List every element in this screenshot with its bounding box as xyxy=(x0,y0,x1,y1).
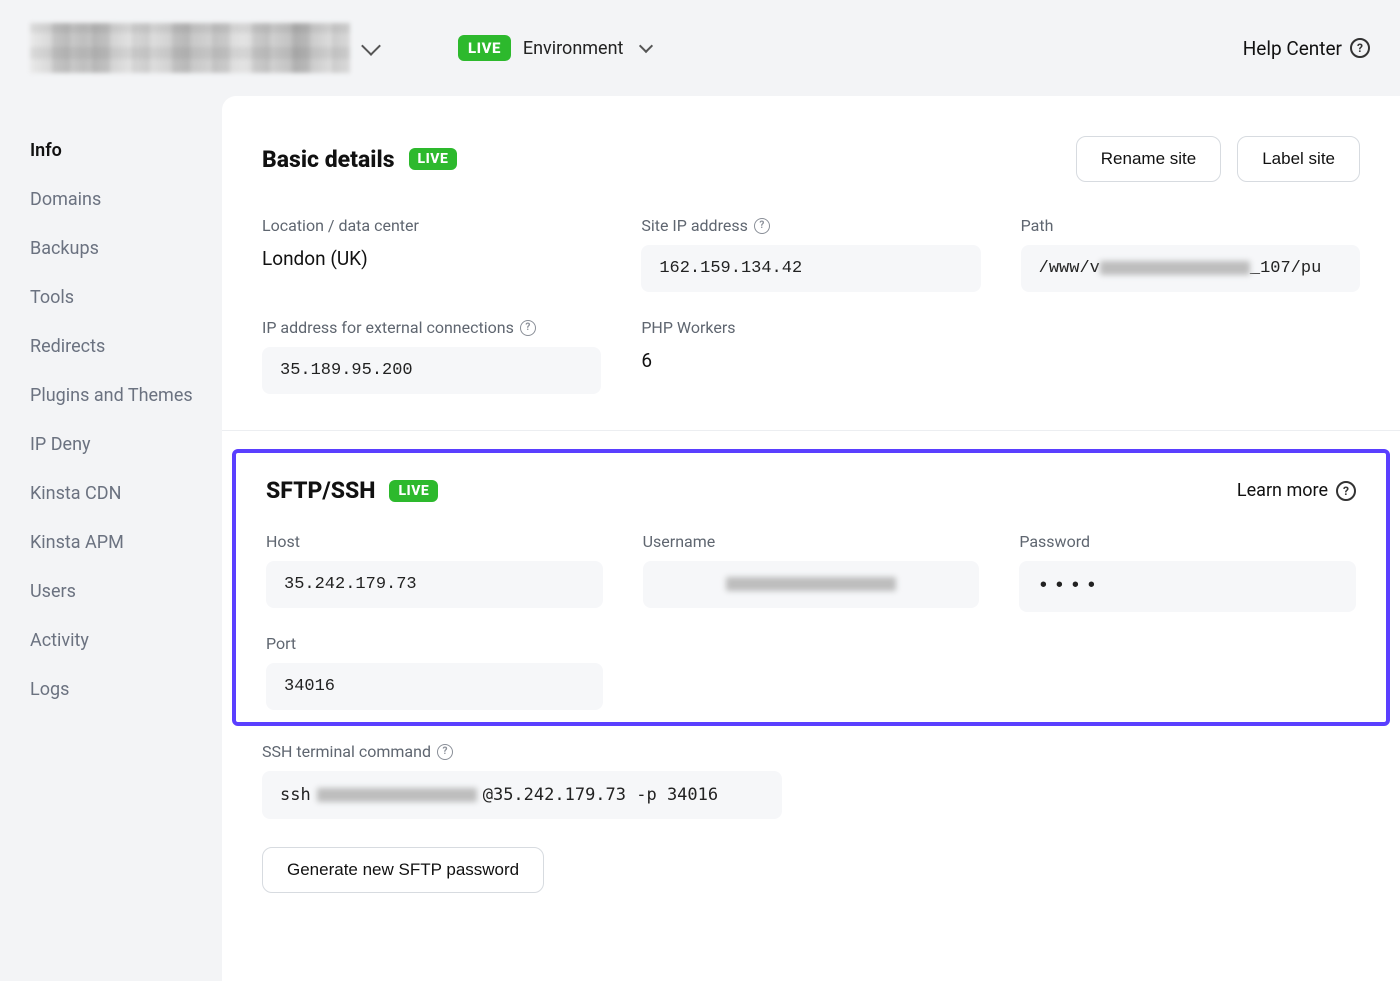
redacted-text xyxy=(1100,261,1250,275)
field-external-ip: IP address for external connections ? 35… xyxy=(262,318,601,394)
php-workers-label: PHP Workers xyxy=(641,318,980,337)
ssh-terminal-section: SSH terminal command ? ssh @35.242.179.7… xyxy=(222,726,1400,933)
sidebar-nav: Info Domains Backups Tools Redirects Plu… xyxy=(0,96,222,981)
php-workers-value: 6 xyxy=(641,349,980,372)
port-value[interactable]: 34016 xyxy=(266,663,603,710)
sidebar-item-tools[interactable]: Tools xyxy=(30,273,222,322)
port-label: Port xyxy=(266,634,603,653)
help-icon: ? xyxy=(1336,481,1356,501)
sidebar-item-users[interactable]: Users xyxy=(30,567,222,616)
field-path: Path /www/v_107/pu xyxy=(1021,216,1360,292)
learn-more-label: Learn more xyxy=(1237,480,1328,501)
basic-details-panel: Basic details LIVE Rename site Label sit… xyxy=(222,96,1400,431)
help-center-link[interactable]: Help Center ? xyxy=(1243,37,1370,60)
path-value[interactable]: /www/v_107/pu xyxy=(1021,245,1360,292)
external-ip-label: IP address for external connections ? xyxy=(262,318,601,337)
sftp-ssh-title: SFTP/SSH xyxy=(266,477,375,504)
help-icon[interactable]: ? xyxy=(437,744,453,760)
generate-sftp-password-button[interactable]: Generate new SFTP password xyxy=(262,847,544,893)
help-icon[interactable]: ? xyxy=(520,320,536,336)
environment-label: Environment xyxy=(523,38,624,59)
sidebar-item-redirects[interactable]: Redirects xyxy=(30,322,222,371)
site-ip-value[interactable]: 162.159.134.42 xyxy=(641,245,980,292)
main-content: Basic details LIVE Rename site Label sit… xyxy=(222,96,1400,981)
live-badge: LIVE xyxy=(458,35,511,61)
help-center-label: Help Center xyxy=(1243,37,1342,60)
help-icon[interactable]: ? xyxy=(754,218,770,234)
password-label: Password xyxy=(1019,532,1356,551)
sidebar-item-kinsta-cdn[interactable]: Kinsta CDN xyxy=(30,469,222,518)
sidebar-item-info[interactable]: Info xyxy=(30,126,222,175)
field-php-workers: PHP Workers 6 xyxy=(641,318,980,394)
sidebar-item-backups[interactable]: Backups xyxy=(30,224,222,273)
host-value[interactable]: 35.242.179.73 xyxy=(266,561,603,608)
path-label: Path xyxy=(1021,216,1360,235)
sidebar-item-logs[interactable]: Logs xyxy=(30,665,222,714)
host-label: Host xyxy=(266,532,603,551)
site-name-redacted xyxy=(30,23,350,73)
field-password: Password •••• xyxy=(1019,532,1356,612)
live-badge: LIVE xyxy=(409,148,458,170)
sftp-ssh-panel: SFTP/SSH LIVE Learn more ? Host 35.242.1… xyxy=(232,449,1390,726)
field-location: Location / data center London (UK) xyxy=(262,216,601,292)
environment-switcher[interactable]: LIVE Environment xyxy=(458,35,651,61)
location-value: London (UK) xyxy=(262,247,601,270)
basic-details-title: Basic details xyxy=(262,146,395,173)
username-label: Username xyxy=(643,532,980,551)
field-site-ip: Site IP address ? 162.159.134.42 xyxy=(641,216,980,292)
chevron-down-icon xyxy=(361,36,381,56)
site-switcher[interactable] xyxy=(30,23,378,73)
redacted-text xyxy=(726,577,896,591)
redacted-text xyxy=(317,788,477,802)
live-badge: LIVE xyxy=(389,480,438,502)
learn-more-link[interactable]: Learn more ? xyxy=(1237,480,1356,501)
field-port: Port 34016 xyxy=(266,634,603,710)
username-value[interactable] xyxy=(643,561,980,608)
site-ip-label: Site IP address ? xyxy=(641,216,980,235)
chevron-down-icon xyxy=(639,39,653,53)
top-bar: LIVE Environment Help Center ? xyxy=(0,0,1400,96)
field-username: Username xyxy=(643,532,980,612)
sidebar-item-domains[interactable]: Domains xyxy=(30,175,222,224)
sidebar-item-activity[interactable]: Activity xyxy=(30,616,222,665)
ssh-command-value[interactable]: ssh @35.242.179.73 -p 34016 xyxy=(262,771,782,819)
help-icon: ? xyxy=(1350,38,1370,58)
sidebar-item-plugins-themes[interactable]: Plugins and Themes xyxy=(30,371,222,420)
ssh-command-label: SSH terminal command ? xyxy=(262,742,1360,761)
password-value[interactable]: •••• xyxy=(1019,561,1356,612)
field-host: Host 35.242.179.73 xyxy=(266,532,603,612)
label-site-button[interactable]: Label site xyxy=(1237,136,1360,182)
external-ip-value[interactable]: 35.189.95.200 xyxy=(262,347,601,394)
sidebar-item-ip-deny[interactable]: IP Deny xyxy=(30,420,222,469)
sidebar-item-kinsta-apm[interactable]: Kinsta APM xyxy=(30,518,222,567)
rename-site-button[interactable]: Rename site xyxy=(1076,136,1221,182)
location-label: Location / data center xyxy=(262,216,601,235)
